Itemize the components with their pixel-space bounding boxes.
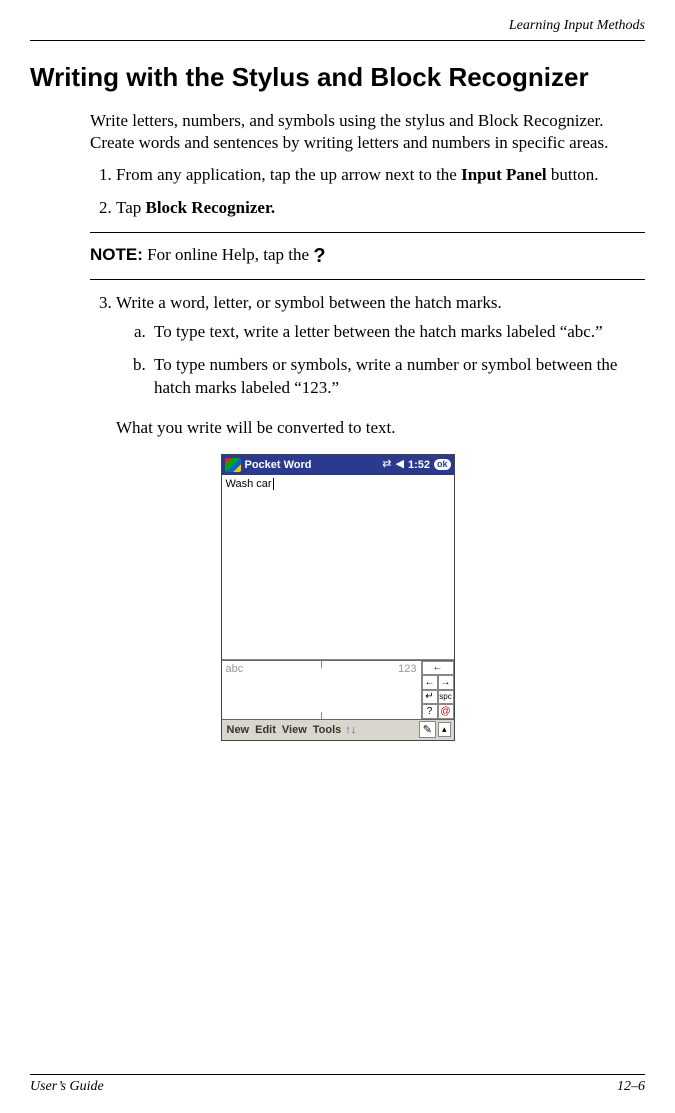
device-screenshot: Pocket Word ⇄ ◀ 1:52 ok Wash car abc 123…	[221, 454, 455, 741]
section-heading: Writing with the Stylus and Block Recogn…	[30, 63, 645, 93]
titlebar: Pocket Word ⇄ ◀ 1:52 ok	[222, 455, 454, 475]
help-icon: ?	[313, 243, 325, 269]
step-3b: To type numbers or symbols, write a numb…	[150, 354, 645, 400]
symbol-button[interactable]: @	[438, 704, 454, 719]
menu-tools[interactable]: Tools	[311, 724, 344, 736]
page-footer: User’s Guide 12–6	[30, 1074, 645, 1095]
input-panel-button[interactable]: ✎	[419, 721, 436, 738]
menu-view[interactable]: View	[280, 724, 309, 736]
step-3: Write a word, letter, or symbol between …	[116, 292, 645, 400]
note-label: NOTE:	[90, 245, 143, 264]
note-block: NOTE: For online Help, tap the ?	[90, 232, 645, 280]
chapter-title: Learning Input Methods	[509, 18, 645, 33]
input-panel: abc 123 ← ← → ↵ spc ? @	[222, 660, 454, 720]
substeps: To type text, write a letter between the…	[116, 321, 645, 400]
text-cursor	[273, 478, 274, 490]
document-area[interactable]: Wash car	[222, 475, 454, 660]
sound-icon[interactable]: ◀	[395, 459, 403, 470]
writing-zone[interactable]: abc 123	[222, 661, 422, 719]
page-header: Learning Input Methods	[30, 18, 645, 41]
menu-new[interactable]: New	[225, 724, 252, 736]
footer-right: 12–6	[617, 1079, 645, 1095]
num-zone-label: 123	[398, 663, 416, 675]
space-button[interactable]: spc	[438, 690, 454, 705]
menu-edit[interactable]: Edit	[253, 724, 278, 736]
input-help-button[interactable]: ?	[422, 704, 438, 719]
document-text: Wash car	[226, 478, 272, 490]
footer-left: User’s Guide	[30, 1079, 104, 1095]
ok-button[interactable]: ok	[434, 459, 451, 470]
steps-list: From any application, tap the up arrow n…	[90, 164, 645, 220]
step-1: From any application, tap the up arrow n…	[116, 164, 645, 187]
abc-zone-label: abc	[226, 663, 244, 675]
side-buttons: ← ← → ↵ spc ? @	[422, 661, 454, 719]
clock[interactable]: 1:52	[408, 459, 430, 471]
start-flag-icon[interactable]	[225, 458, 241, 472]
step-2: Tap Block Recognizer.	[116, 197, 645, 220]
arrow-right-button[interactable]: →	[438, 675, 454, 690]
updown-icon[interactable]: ↑↓	[345, 724, 356, 736]
bottom-menubar: New Edit View Tools ↑↓ ✎ ▴	[222, 720, 454, 740]
intro-paragraph: Write letters, numbers, and symbols usin…	[90, 110, 645, 154]
backspace-button[interactable]: ←	[422, 661, 454, 676]
enter-button[interactable]: ↵	[422, 690, 438, 705]
hatch-mark-bottom	[321, 712, 322, 719]
step-3a: To type text, write a letter between the…	[150, 321, 645, 344]
app-title: Pocket Word	[245, 459, 312, 471]
input-panel-arrow[interactable]: ▴	[438, 722, 451, 737]
note-text: For online Help, tap the	[143, 245, 313, 264]
steps-list-continued: Write a word, letter, or symbol between …	[90, 292, 645, 400]
connectivity-icon[interactable]: ⇄	[382, 459, 391, 470]
arrow-left-button[interactable]: ←	[422, 675, 438, 690]
hatch-mark-top	[321, 661, 322, 668]
closing-paragraph: What you write will be converted to text…	[116, 417, 645, 440]
